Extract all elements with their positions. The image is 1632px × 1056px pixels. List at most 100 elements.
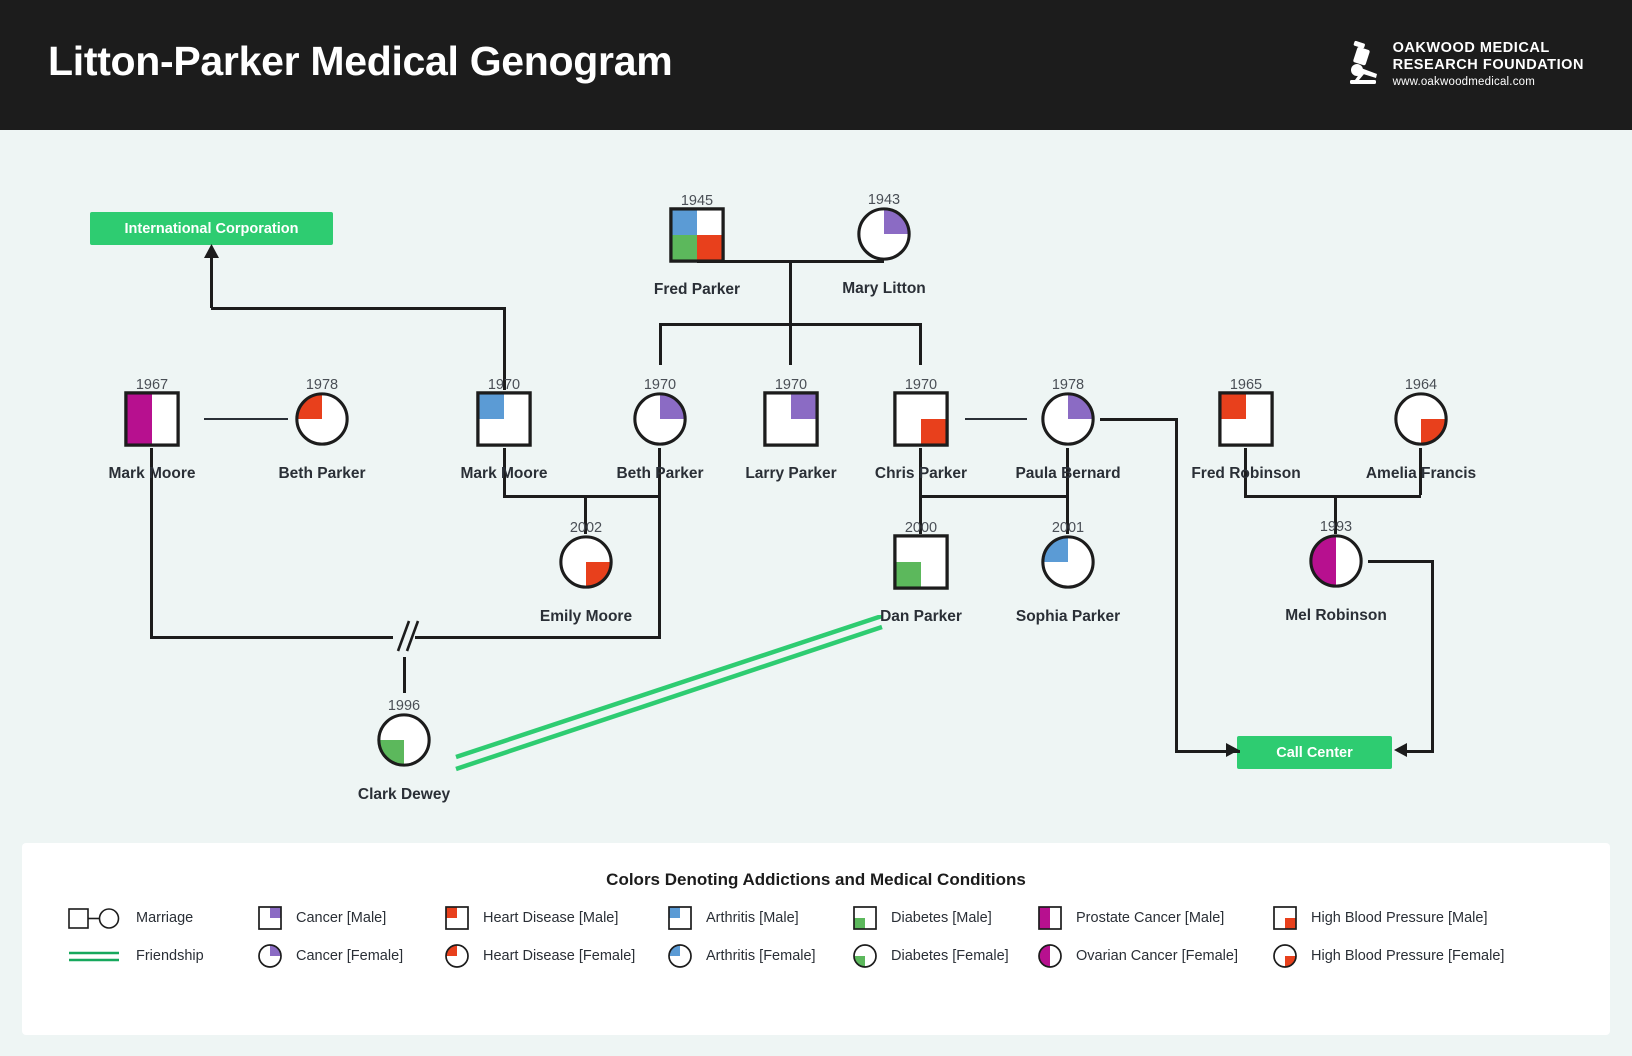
divorce-slashes-icon <box>396 620 420 652</box>
marriage-icon <box>68 908 120 929</box>
marriage-line-mark-beth <box>204 418 288 420</box>
friendship-line <box>455 615 883 772</box>
brand-text: OAKWOOD MEDICAL RESEARCH FOUNDATION www.… <box>1393 40 1584 90</box>
female-circle-symbol <box>377 713 431 767</box>
legend-item-arthritis-male: Arthritis [Male] <box>667 905 799 931</box>
male-square-symbol <box>124 391 180 447</box>
genogram-canvas: International Corporation Call Center 19… <box>0 130 1632 840</box>
female-circle-symbol <box>1041 535 1095 589</box>
legend-item-heart-disease-female: Heart Disease [Female] <box>444 943 635 969</box>
corp-link-v-left <box>210 258 213 308</box>
male-square-symbol <box>893 534 949 590</box>
person-name: Amelia Francis <box>1365 465 1477 482</box>
child-bar-parker-kids <box>919 495 1069 498</box>
male-square-symbol <box>669 207 725 263</box>
diabetes-male-icon <box>853 906 877 930</box>
female-circle-symbol <box>1394 392 1448 446</box>
legend-item-diabetes-male: Diabetes [Male] <box>852 905 992 931</box>
female-circle-symbol <box>857 207 911 261</box>
brand-line-1: OAKWOOD MEDICAL <box>1392 40 1550 56</box>
brand-line-2: RESEARCH FOUNDATION <box>1392 57 1584 74</box>
legend-item-high-blood-pressure-male: High Blood Pressure [Male] <box>1272 905 1488 931</box>
person-name: Mary Litton <box>842 280 926 297</box>
legend-item-friendship: Friendship <box>67 943 204 969</box>
legend-label: Marriage <box>136 910 194 926</box>
mel-elbow-h <box>1368 560 1434 563</box>
legend-item-diabetes-female: Diabetes [Female] <box>852 943 1009 969</box>
legend-label: Diabetes [Male] <box>891 910 992 926</box>
legend-label: Arthritis [Female] <box>706 948 816 964</box>
legend-label: Friendship <box>136 948 204 964</box>
org-node-label: Call Center <box>1276 744 1353 761</box>
legend-item-prostate-cancer-male: Prostate Cancer [Male] <box>1037 905 1224 931</box>
legend-label: Ovarian Cancer [Female] <box>1076 948 1238 964</box>
legend-panel: Colors Denoting Addictions and Medical C… <box>22 843 1610 1035</box>
person-name: Fred Robinson <box>1191 465 1301 482</box>
high-blood-pressure-female-icon <box>1273 944 1297 968</box>
microscope-icon <box>1349 40 1377 84</box>
male-square-symbol <box>763 391 819 447</box>
legend-label: High Blood Pressure [Female] <box>1311 948 1505 964</box>
friendship-icon <box>69 951 119 962</box>
page-header: Litton-Parker Medical Genogram OAKWOOD M… <box>0 0 1632 130</box>
person-name: Mel Robinson <box>1285 607 1387 624</box>
arrow-left-icon <box>1394 743 1407 757</box>
sibship-stem-chris <box>919 323 922 365</box>
person-name: Sophia Parker <box>1015 608 1121 625</box>
diabetes-female-icon <box>853 944 877 968</box>
female-circle-symbol <box>295 392 349 446</box>
person-name: Emily Moore <box>539 608 633 625</box>
legend-item-high-blood-pressure-female: High Blood Pressure [Female] <box>1272 943 1504 969</box>
legend-item-cancer-male: Cancer [Male] <box>257 905 386 931</box>
person-name: Clark Dewey <box>357 786 451 803</box>
person-name: Paula Bernard <box>1015 465 1121 482</box>
male-square-symbol <box>476 391 532 447</box>
male-square-symbol <box>1218 391 1274 447</box>
divorce-h-left <box>150 636 393 639</box>
legend-item-ovarian-cancer-female: Ovarian Cancer [Female] <box>1037 943 1238 969</box>
org-node-call-center[interactable]: Call Center <box>1237 736 1392 769</box>
legend-item-heart-disease-male: Heart Disease [Male] <box>444 905 618 931</box>
high-blood-pressure-male-icon <box>1273 906 1297 930</box>
child-bar-robinson <box>1244 495 1421 498</box>
arrow-right-icon <box>1226 743 1239 757</box>
legend-label: High Blood Pressure [Male] <box>1311 910 1488 926</box>
sibship-stem-larry <box>789 323 792 365</box>
legend-label: Prostate Cancer [Male] <box>1076 910 1225 926</box>
brand-url: www.oakwoodmedical.com <box>1392 76 1536 89</box>
brand-logo: OAKWOOD MEDICAL RESEARCH FOUNDATION www.… <box>1346 40 1584 90</box>
prostate-cancer-male-icon <box>1038 906 1062 930</box>
male-square-symbol <box>893 391 949 447</box>
female-circle-symbol <box>633 392 687 446</box>
female-circle-symbol <box>1041 392 1095 446</box>
ovarian-cancer-female-icon <box>1038 944 1062 968</box>
page-title: Litton-Parker Medical Genogram <box>48 38 673 84</box>
paula-elbow-h <box>1100 418 1178 421</box>
heart-disease-female-icon <box>445 944 469 968</box>
arthritis-male-icon <box>668 906 692 930</box>
legend-item-cancer-female: Cancer [Female] <box>257 943 403 969</box>
org-node-international-corporation[interactable]: International Corporation <box>90 212 333 245</box>
female-circle-symbol <box>559 535 613 589</box>
female-circle-symbol <box>1309 534 1363 588</box>
legend-item-arthritis-female: Arthritis [Female] <box>667 943 816 969</box>
mel-elbow-v <box>1431 560 1434 752</box>
legend-label: Cancer [Male] <box>296 910 387 926</box>
marriage-line-chris-paula <box>965 418 1027 420</box>
legend-label: Diabetes [Female] <box>891 948 1009 964</box>
cancer-female-icon <box>258 944 282 968</box>
legend-label: Arthritis [Male] <box>706 910 799 926</box>
org-node-label: International Corporation <box>124 220 299 237</box>
legend-label: Heart Disease [Male] <box>483 910 619 926</box>
corp-link-h <box>211 307 506 310</box>
legend-label: Heart Disease [Female] <box>483 948 636 964</box>
legend-title: Colors Denoting Addictions and Medical C… <box>606 870 1026 889</box>
legend-item-marriage: Marriage <box>67 905 193 931</box>
person-name: Beth Parker <box>278 465 366 482</box>
cancer-male-icon <box>258 906 282 930</box>
person-name: Fred Parker <box>653 281 741 298</box>
child-stem-clark <box>403 657 406 693</box>
child-bar-emily <box>503 495 661 498</box>
arthritis-female-icon <box>668 944 692 968</box>
arrow-up-icon <box>204 244 219 258</box>
